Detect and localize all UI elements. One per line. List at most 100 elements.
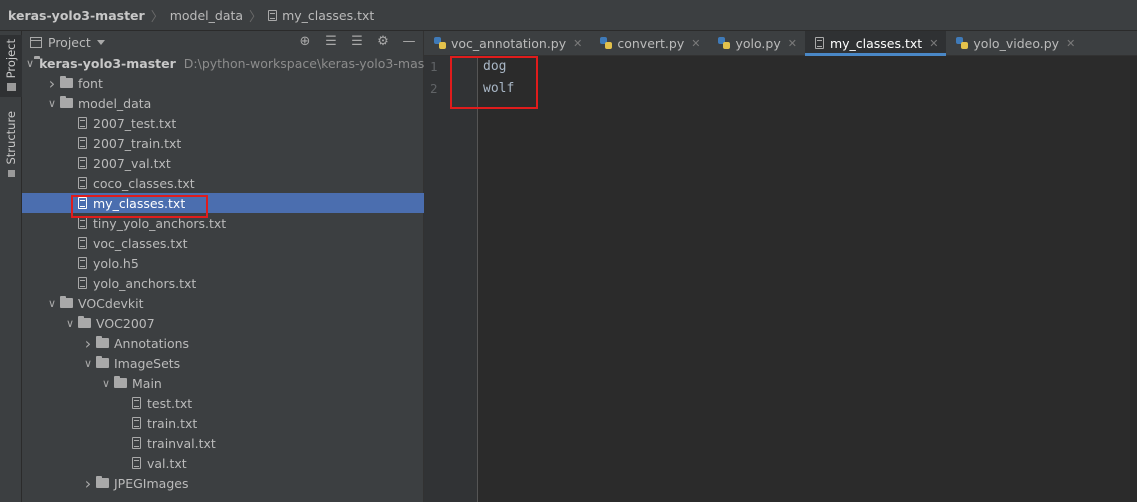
project-tool-icon [6, 83, 16, 92]
project-panel-header: Project ⊕ ☰ ☰ ⚙ — [22, 31, 423, 53]
tree-file-row[interactable]: trainval.txt [22, 433, 424, 453]
text-file-icon [132, 457, 141, 469]
project-tool-tab[interactable]: Project [0, 35, 22, 97]
editor-tab-bar: voc_annotation.py ✕ convert.py ✕ yolo.py ✕ my_… [424, 31, 1137, 56]
python-file-icon [600, 37, 613, 49]
text-file-icon [78, 157, 87, 169]
text-file-icon [78, 137, 87, 149]
tree-folder-row[interactable]: ∨ VOC2007 [22, 313, 424, 333]
tree-item-label: trainval.txt [147, 435, 216, 451]
editor-tab-label: yolo_video.py [973, 35, 1060, 51]
editor-tab-label: my_classes.txt [829, 35, 923, 51]
chevron-right-icon[interactable]: › [80, 473, 96, 493]
tree-file-row[interactable]: coco_classes.txt [22, 173, 424, 193]
breadcrumb-separator: 〉 [249, 9, 263, 25]
chevron-down-icon[interactable]: ∨ [62, 313, 78, 333]
chevron-down-icon[interactable]: ∨ [26, 53, 34, 73]
editor-tab[interactable]: yolo.py ✕ [708, 31, 804, 55]
structure-tool-tab-label: Structure [4, 111, 18, 165]
text-file-icon [132, 417, 141, 429]
tree-item-label: model_data [78, 95, 152, 111]
collapse-all-icon[interactable]: ☰ [349, 34, 365, 50]
folder-icon [60, 76, 73, 88]
tree-item-label: voc_classes.txt [93, 235, 188, 251]
tree-file-row[interactable]: val.txt [22, 453, 424, 473]
chevron-down-icon[interactable]: ∨ [80, 353, 96, 373]
chevron-down-icon[interactable] [96, 39, 105, 45]
tree-folder-row[interactable]: ∨ ImageSets [22, 353, 424, 373]
tree-folder-row[interactable]: ∨ keras-yolo3-master D:\python-workspace\k… [22, 53, 437, 73]
text-file-icon [268, 9, 278, 21]
project-tree: ∨ keras-yolo3-master D:\python-workspace\k… [22, 53, 437, 493]
tree-file-row[interactable]: 2007_train.txt [22, 133, 424, 153]
chevron-right-icon[interactable]: › [44, 73, 60, 93]
tree-folder-row[interactable]: ∨ VOCdevkit [22, 293, 424, 313]
project-panel-toolbar: ⊕ ☰ ☰ ⚙ — [297, 34, 417, 50]
tree-file-row[interactable]: voc_classes.txt [22, 233, 424, 253]
tree-folder-row[interactable]: › font [22, 73, 424, 93]
line-number: 2 [430, 81, 438, 96]
breadcrumb-file[interactable]: my_classes.txt [268, 8, 374, 23]
editor-tab-label: convert.py [617, 35, 685, 51]
breadcrumb-project[interactable]: keras-yolo3-master [8, 8, 145, 23]
project-panel: Project ⊕ ☰ ☰ ⚙ — ∨ keras-yolo3-master D:\… [22, 31, 437, 502]
chevron-right-icon[interactable]: › [80, 333, 96, 353]
close-icon[interactable]: ✕ [691, 37, 700, 50]
tree-folder-row[interactable]: ∨ Main [22, 373, 424, 393]
chevron-down-icon[interactable]: ∨ [98, 373, 114, 393]
text-file-icon [78, 277, 87, 289]
project-view-icon [30, 36, 42, 48]
editor-tab[interactable]: my_classes.txt ✕ [804, 31, 947, 56]
tree-file-row[interactable]: test.txt [22, 393, 424, 413]
tree-file-row[interactable]: 2007_test.txt [22, 113, 424, 133]
close-icon[interactable]: ✕ [788, 37, 797, 50]
expand-all-icon[interactable]: ☰ [323, 34, 339, 50]
editor[interactable]: 1 2 dog wolf [424, 56, 1137, 502]
tree-folder-row[interactable]: › JPEGImages [22, 473, 424, 493]
gear-icon[interactable]: ⚙ [375, 34, 391, 50]
folder-icon [96, 476, 109, 488]
text-file-icon [78, 257, 87, 269]
text-file-icon [78, 177, 87, 189]
tree-folder-row[interactable]: ∨ model_data [22, 93, 424, 113]
close-icon[interactable]: ✕ [929, 37, 938, 50]
tree-item-label: train.txt [147, 415, 198, 431]
editor-tab[interactable]: yolo_video.py ✕ [946, 31, 1083, 55]
folder-icon [60, 96, 73, 108]
breadcrumb-folder[interactable]: model_data [170, 8, 243, 23]
tree-item-label: ImageSets [114, 355, 181, 371]
locate-icon[interactable]: ⊕ [297, 34, 313, 50]
chevron-down-icon[interactable]: ∨ [44, 293, 60, 313]
breadcrumb-file-label: my_classes.txt [282, 7, 375, 23]
tree-folder-row[interactable]: › Annotations [22, 333, 424, 353]
editor-tab[interactable]: voc_annotation.py ✕ [424, 31, 590, 55]
hide-icon[interactable]: — [401, 34, 417, 50]
close-icon[interactable]: ✕ [573, 37, 582, 50]
folder-icon [78, 316, 91, 328]
folder-icon [114, 376, 127, 388]
editor-tab-label: yolo.py [735, 35, 781, 51]
structure-tool-icon [7, 169, 15, 177]
tree-file-row[interactable]: yolo.h5 [22, 253, 424, 273]
highlight-box [450, 56, 538, 109]
chevron-down-icon[interactable]: ∨ [44, 93, 60, 113]
tree-file-row[interactable]: yolo_anchors.txt [22, 273, 424, 293]
tree-file-row[interactable]: train.txt [22, 413, 424, 433]
tree-item-label: Main [132, 375, 162, 391]
text-file-icon [78, 217, 87, 229]
tree-file-row[interactable]: 2007_val.txt [22, 153, 424, 173]
tree-item-label: test.txt [147, 395, 193, 411]
navigation-bar: keras-yolo3-master 〉 model_data 〉 my_cla… [0, 0, 1137, 31]
text-file-icon [78, 237, 87, 249]
editor-tab[interactable]: convert.py ✕ [590, 31, 708, 55]
tree-item-label: JPEGImages [114, 475, 189, 491]
project-panel-title[interactable]: Project [48, 35, 91, 50]
text-file-icon [132, 397, 141, 409]
structure-tool-tab[interactable]: Structure [0, 109, 22, 179]
close-icon[interactable]: ✕ [1066, 37, 1075, 50]
tool-window-strip: Project Structure [0, 31, 22, 502]
